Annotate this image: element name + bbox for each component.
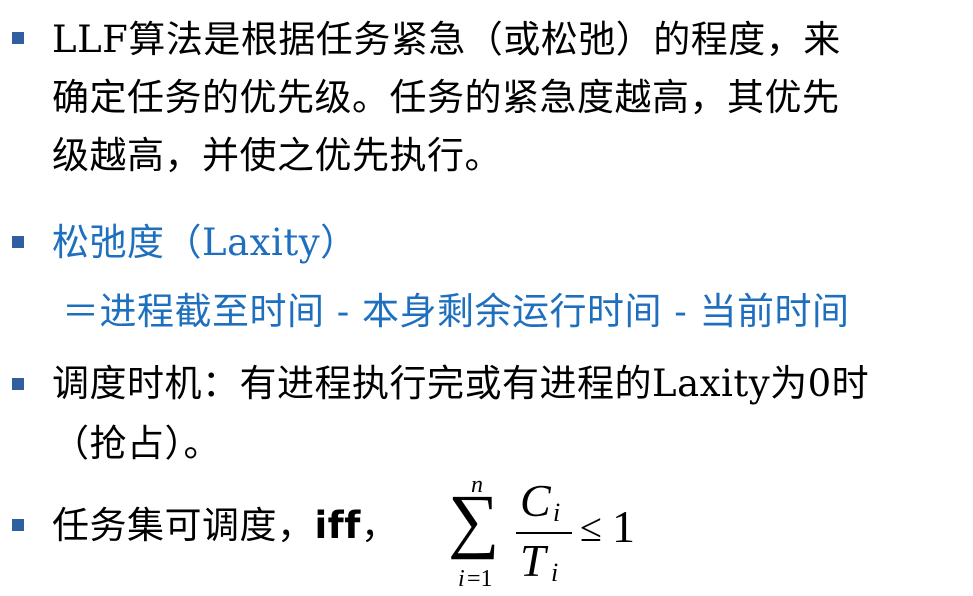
- bullet-4-line: 任务集可调度，iff，: [52, 496, 398, 556]
- bullet-4-suffix: ，: [360, 504, 399, 547]
- sum-symbol: ∑: [448, 480, 500, 560]
- fraction-numerator: C: [520, 475, 551, 526]
- bullet-4-iff: iff: [314, 504, 361, 547]
- bullet-marker: [12, 519, 24, 531]
- bullet-1-line-2: 确定任务的优先级。任务的紧急度越高，其优先: [52, 76, 840, 119]
- bullet-3-line-2: （抢占）。: [52, 422, 221, 465]
- fraction-denominator: T: [520, 535, 546, 586]
- bullet-2-line-1: 松弛度（Laxity）: [52, 221, 358, 264]
- fraction-denominator-sub: i: [551, 558, 559, 587]
- schedulability-formula: n ∑ i =1 C i T i ≤ 1: [440, 470, 670, 596]
- bullet-marker: [12, 236, 24, 248]
- fraction-numerator-sub: i: [553, 498, 561, 527]
- sum-lower-var: i: [458, 566, 465, 592]
- bullet-marker: [12, 32, 24, 44]
- sum-lower-eq: =1: [467, 566, 493, 592]
- right-hand-side: 1: [612, 501, 635, 552]
- bullet-3-line-1: 调度时机：有进程执行完或有进程的Laxity为0时: [52, 362, 870, 405]
- bullet-marker: [12, 378, 24, 390]
- relation-symbol: ≤: [580, 505, 602, 550]
- bullet-1-line-1: LLF算法是根据任务紧急（或松弛）的程度，来: [52, 18, 841, 61]
- bullet-4-prefix: 任务集可调度，: [52, 504, 315, 547]
- bullet-1-line-3: 级越高，并使之优先执行。: [52, 134, 502, 177]
- bullet-2-line-2: ＝进程截至时间 - 本身剩余运行时间 - 当前时间: [62, 290, 850, 333]
